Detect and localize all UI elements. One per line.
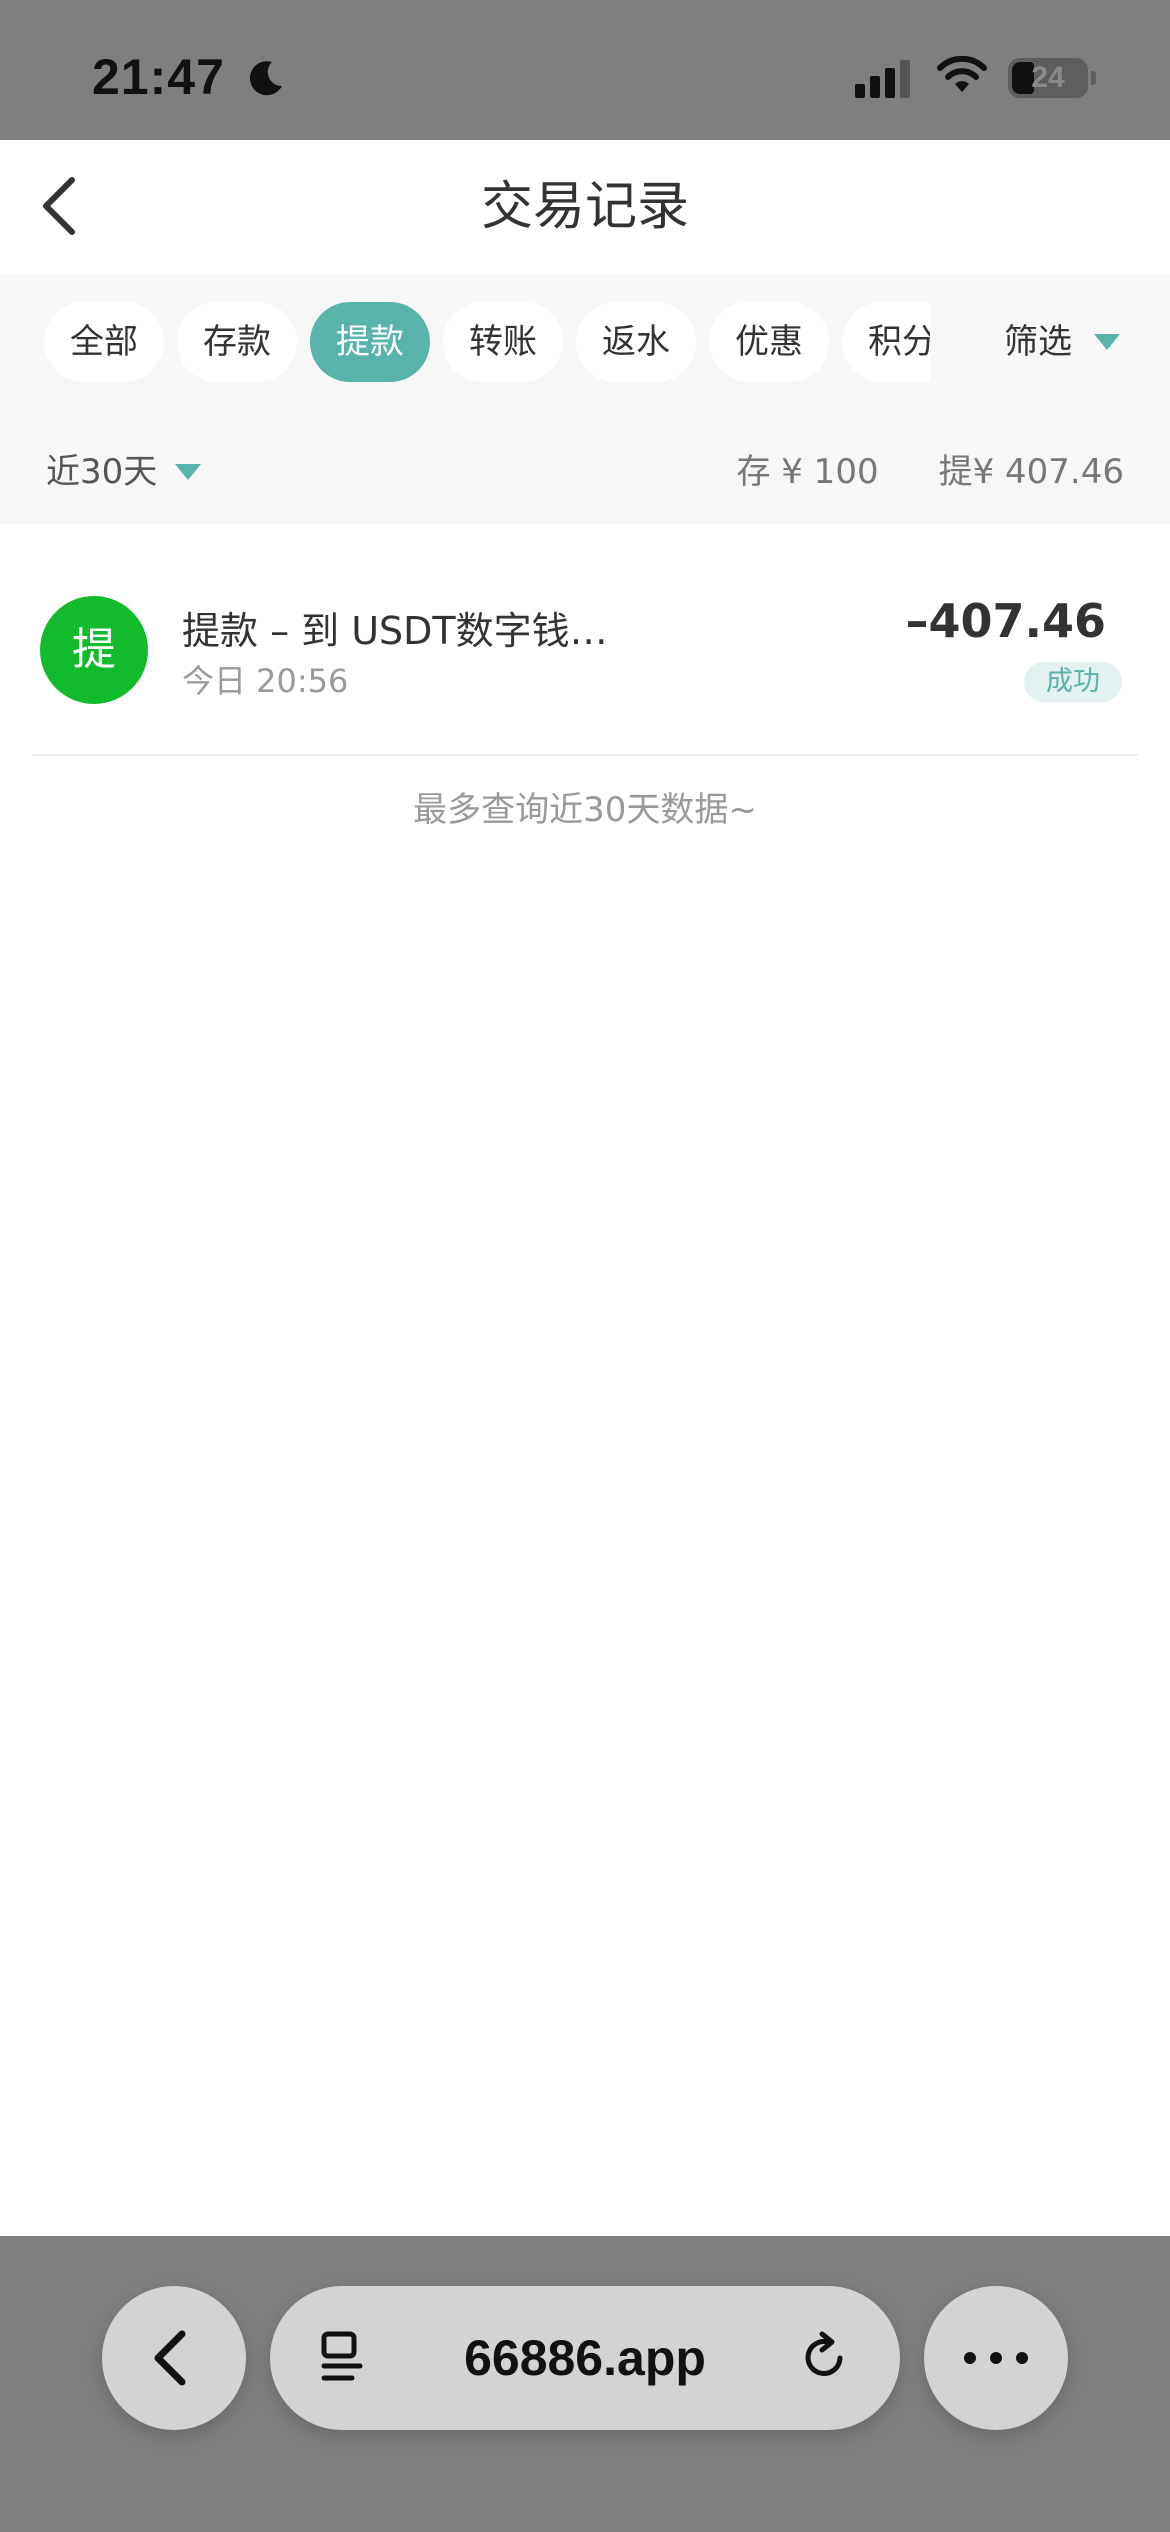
tab-transfer[interactable]: 转账 [443,302,563,382]
dropdown-triangle-icon [175,463,202,480]
date-range-select[interactable]: 近30天 [46,442,202,502]
date-range-label: 近30天 [46,452,158,492]
transaction-date: 今日 20:56 [182,662,349,700]
tab-rebate[interactable]: 返水 [576,302,696,382]
ellipsis-icon [964,2352,1028,2364]
address-bar[interactable]: 66886.app [270,2286,900,2430]
tab-all[interactable]: 全部 [44,302,164,382]
transaction-row[interactable]: 提 提款 – 到 USDT数字钱… 今日 20:56 –407.46 成功 [32,540,1138,756]
status-time: 21:47 [92,49,225,105]
tab-withdraw[interactable]: 提款 [310,302,430,382]
status-bar: 21:47 24 [0,0,1170,140]
chevron-left-icon [154,2330,186,2386]
filter-panel: 全部 存款 提款 转账 返水 优惠 积分 筛选 近30天 存 ¥ 100 提¥ 407.46 [0,274,1170,524]
battery-level: 24 [1031,61,1065,94]
filter-button[interactable]: 筛选 [1004,302,1120,382]
filter-label: 筛选 [1004,322,1072,362]
battery-icon: 24 [1008,58,1096,98]
totals-summary: 存 ¥ 100 提¥ 407.46 [676,442,1124,502]
tab-deposit[interactable]: 存款 [177,302,297,382]
transaction-amount: –407.46 [905,594,1106,648]
category-tabs: 全部 存款 提款 转账 返水 优惠 积分 [44,302,930,382]
page-title: 交易记录 [480,177,689,237]
list-end-note: 最多查询近30天数据~ [413,790,757,830]
more-options-button[interactable] [924,2286,1068,2430]
status-badge: 成功 [1024,662,1122,702]
reload-icon[interactable] [796,2328,856,2388]
transaction-title: 提款 – 到 USDT数字钱… [182,609,608,653]
deposit-total: 存 ¥ 100 [736,452,879,492]
nav-bar: 交易记录 [0,140,1170,274]
browser-back-button[interactable] [102,2286,246,2430]
tab-promotion[interactable]: 优惠 [709,302,829,382]
dropdown-triangle-icon [1094,333,1120,350]
withdraw-type-icon: 提 [40,596,148,704]
tab-points[interactable]: 积分 [842,302,930,382]
wifi-icon [937,56,987,92]
moon-icon [249,61,282,96]
withdraw-total: 提¥ 407.46 [938,452,1124,492]
browser-toolbar: 66886.app [0,2236,1170,2532]
cellular-signal-icon [855,60,910,98]
